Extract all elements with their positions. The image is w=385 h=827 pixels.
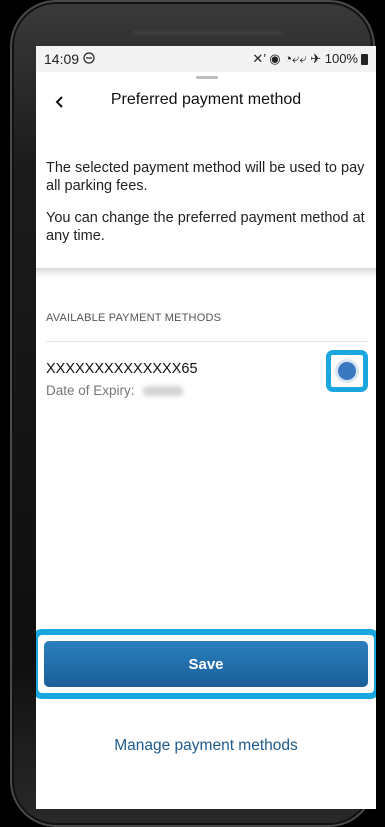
page-header: Preferred payment method (36, 82, 376, 122)
expiry-label: Date of Expiry: (46, 383, 135, 398)
sheet-handle[interactable] (196, 76, 218, 79)
payment-method-item[interactable]: XXXXXXXXXXXXXX65 Date of Expiry: (46, 361, 368, 411)
section-divider (36, 268, 376, 278)
page-title: Preferred payment method (110, 91, 302, 108)
payment-method-radio[interactable] (338, 362, 356, 380)
status-indicator-text: ✕’ ◉ ◔⤶⤶ ✈ 100% (252, 51, 358, 66)
status-indicators: ✕’ ◉ ◔⤶⤶ ✈ 100% (252, 51, 368, 67)
description-line-1: The selected payment method will be used… (46, 160, 365, 194)
save-highlight: Save (36, 629, 376, 699)
manage-payment-methods-link[interactable]: Manage payment methods (36, 737, 376, 755)
app-screen: 14:09 ✕’ ◉ ◔⤶⤶ ✈ 100% Preferred payment … (36, 46, 376, 809)
phone-speaker (132, 30, 282, 35)
save-button[interactable]: Save (44, 641, 368, 687)
battery-icon (361, 53, 368, 65)
phone-frame: 14:09 ✕’ ◉ ◔⤶⤶ ✈ 100% Preferred payment … (10, 0, 376, 827)
expiry-value-redacted (142, 385, 183, 396)
section-line (46, 341, 368, 342)
radio-highlight (326, 350, 368, 392)
section-label-payment-methods: AVAILABLE PAYMENT METHODS (46, 312, 222, 324)
status-bar: 14:09 ✕’ ◉ ◔⤶⤶ ✈ 100% (36, 46, 376, 72)
description-line-2: You can change the preferred payment met… (46, 210, 365, 244)
description: The selected payment method will be used… (46, 159, 368, 259)
card-number: XXXXXXXXXXXXXX65 (46, 361, 198, 377)
expiry-row: Date of Expiry: (46, 383, 183, 398)
status-left: 14:09 (44, 51, 95, 67)
status-time: 14:09 (44, 51, 80, 67)
minus-circle-icon (83, 51, 95, 67)
